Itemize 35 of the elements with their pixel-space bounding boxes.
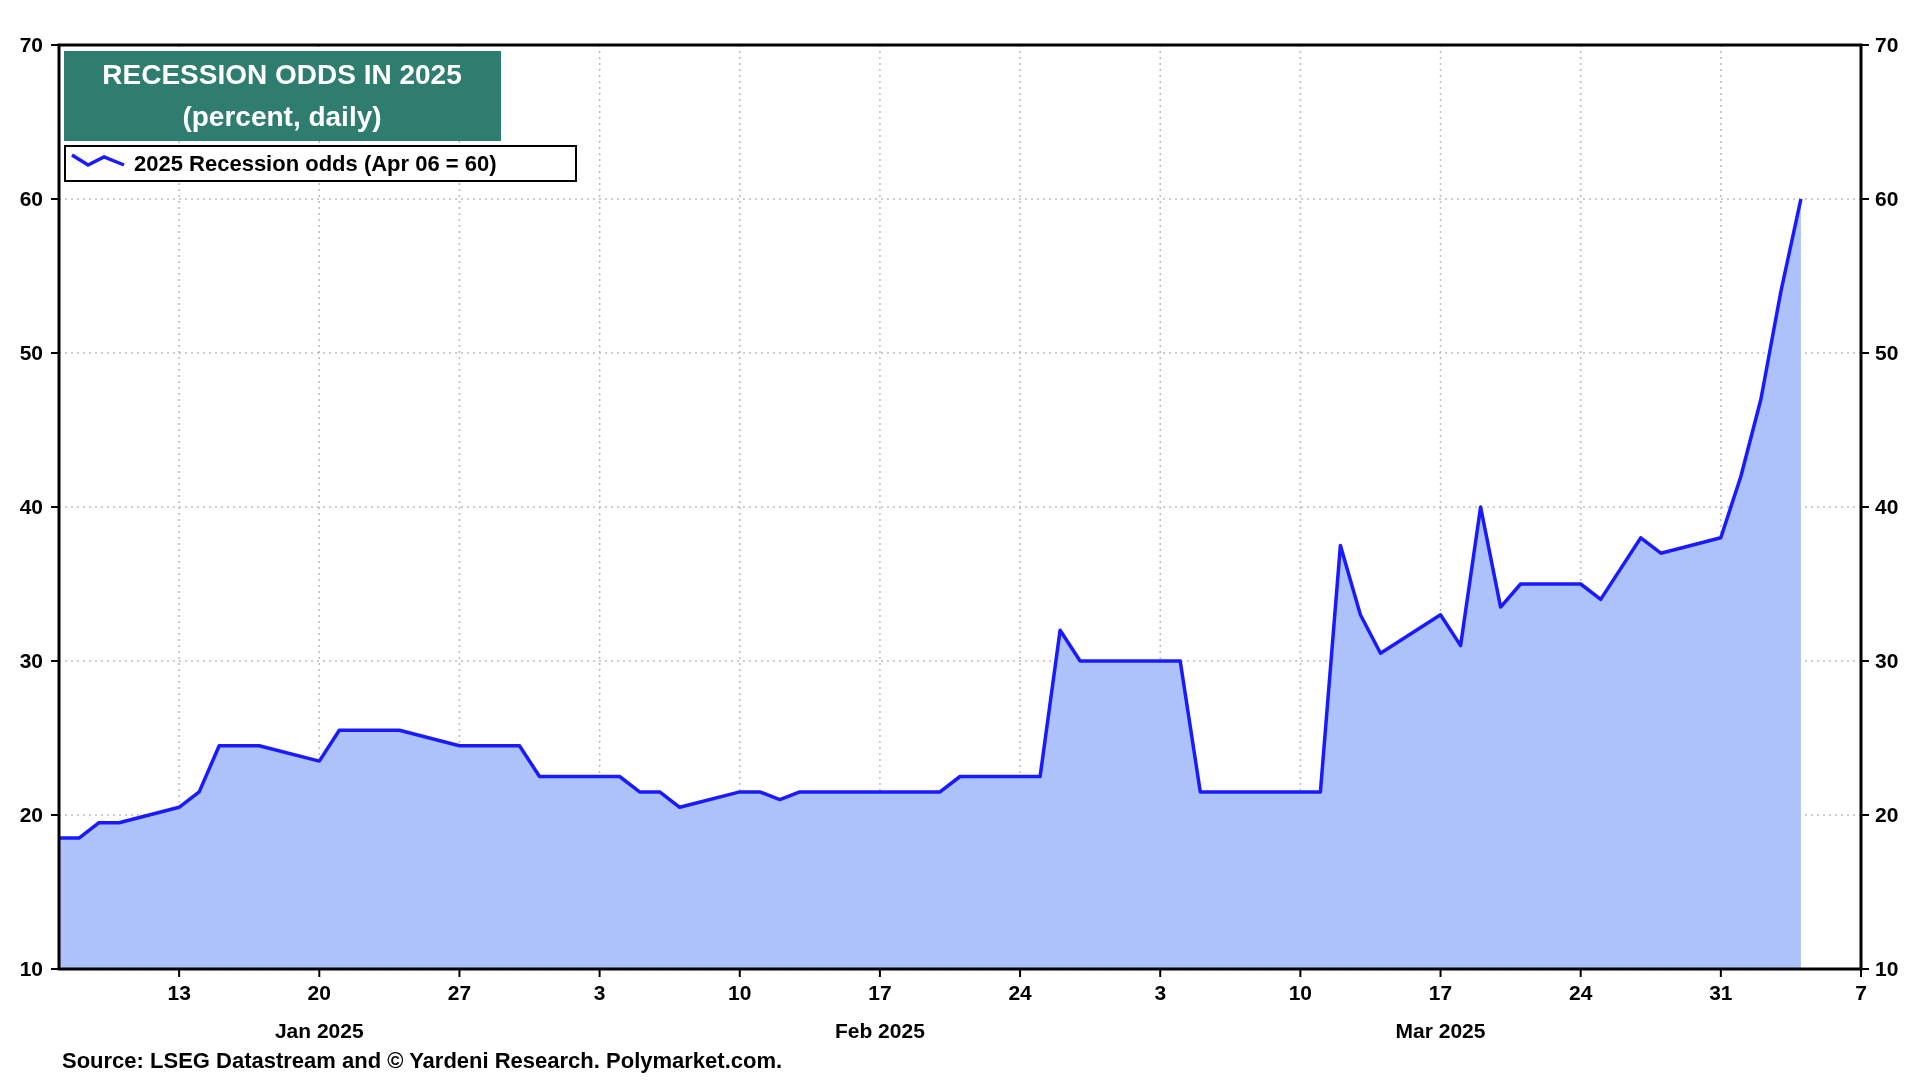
x-tick-label: 27 [447, 981, 472, 1004]
x-tick-label: 20 [307, 981, 331, 1004]
y-tick-label: 30 [19, 649, 43, 672]
x-tick-label: 7 [1855, 981, 1867, 1004]
y-tick-label: 60 [1875, 187, 1899, 210]
y-tick-label: 10 [19, 957, 43, 980]
y-tick-label: 30 [1875, 649, 1899, 672]
month-label: Mar 2025 [1395, 1019, 1486, 1042]
y-tick-label: 70 [1875, 33, 1899, 56]
y-tick-label: 60 [19, 187, 43, 210]
x-tick-label: 31 [1709, 981, 1733, 1004]
x-tick-label: 10 [728, 981, 752, 1004]
y-tick-label: 70 [19, 33, 43, 56]
month-label: Feb 2025 [834, 1019, 925, 1042]
x-tick-label: 3 [1154, 981, 1167, 1004]
x-tick-label: 17 [1428, 981, 1453, 1004]
x-tick-label: 10 [1288, 981, 1313, 1004]
y-tick-label: 40 [1875, 495, 1899, 518]
source-note: Source: LSEG Datastream and © Yardeni Research. Polymarket.com. [62, 1048, 783, 1073]
y-tick-label: 40 [19, 495, 43, 518]
x-tick-label: 13 [167, 981, 191, 1004]
y-tick-label: 10 [1875, 957, 1899, 980]
x-tick-label: 24 [1008, 981, 1032, 1004]
legend-label: 2025 Recession odds (Apr 06 = 60) [134, 151, 497, 176]
x-tick-label: 17 [868, 981, 892, 1004]
y-tick-label: 50 [19, 341, 43, 364]
y-tick-label: 20 [1875, 803, 1899, 826]
x-tick-label: 24 [1569, 981, 1593, 1004]
y-tick-label: 50 [1875, 341, 1899, 364]
legend-line-icon [71, 153, 125, 167]
y-tick-label: 20 [19, 803, 43, 826]
chart-title: (percent, daily) [182, 101, 382, 132]
x-tick-label: 3 [593, 981, 606, 1004]
month-label: Jan 2025 [274, 1019, 364, 1042]
chart-title: RECESSION ODDS IN 2025 [102, 59, 462, 90]
